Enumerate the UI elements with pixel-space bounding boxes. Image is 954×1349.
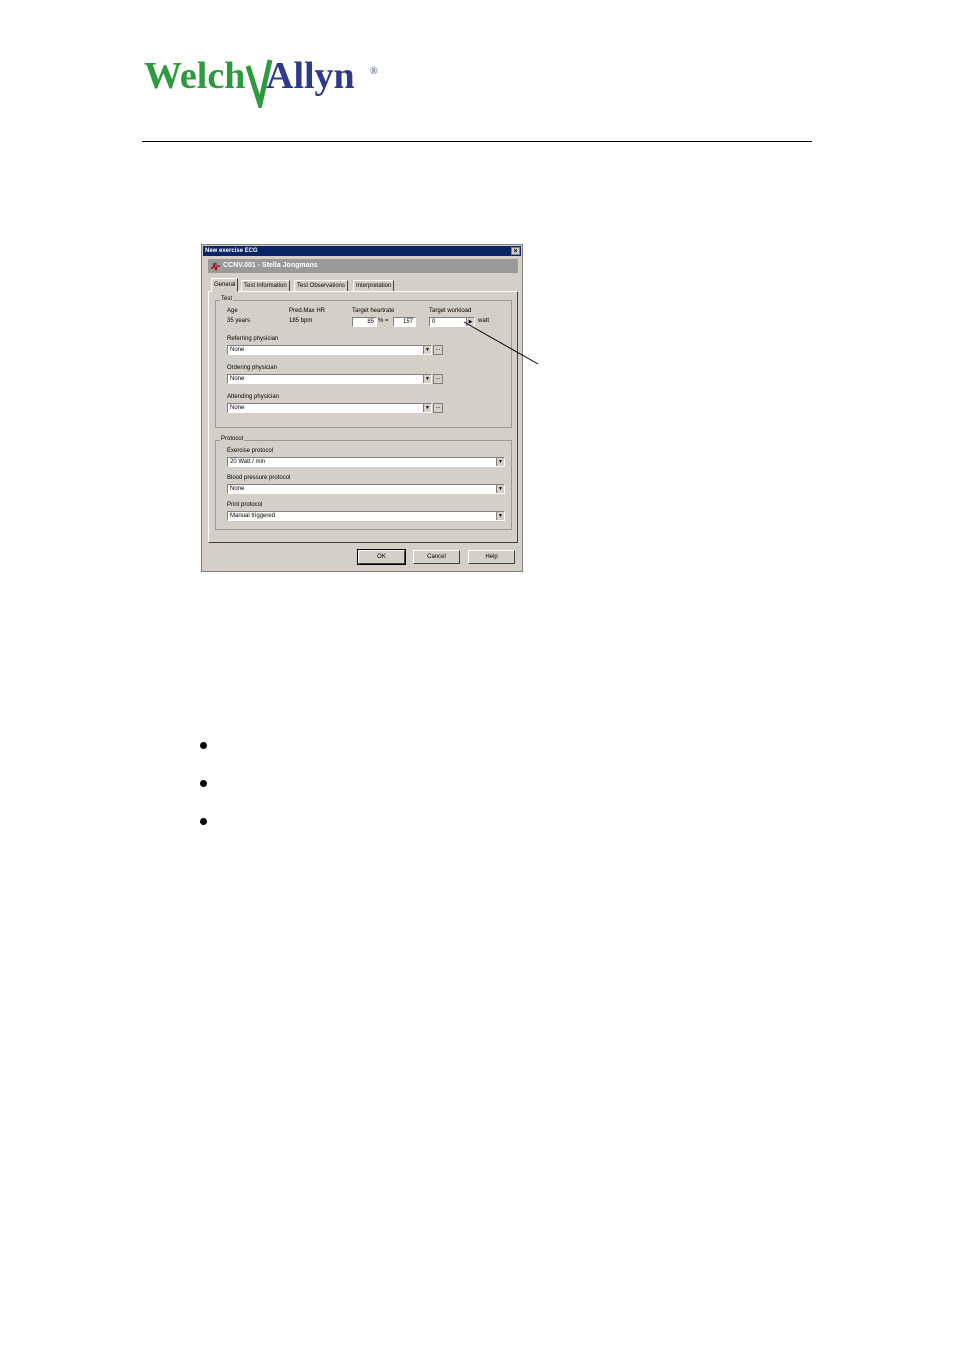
chevron-down-icon[interactable]: ▼: [423, 375, 431, 383]
attending-physician-select[interactable]: None ▼: [227, 403, 432, 413]
patient-name: CCNV.001 - Stella Jongmans: [223, 262, 318, 269]
exercise-protocol-select[interactable]: 20 Watt / min ▼: [227, 457, 505, 467]
chevron-down-icon[interactable]: ▼: [423, 404, 431, 412]
bp-protocol-select[interactable]: None ▼: [227, 484, 505, 494]
close-icon: ×: [513, 248, 518, 255]
chevron-down-icon[interactable]: ▼: [496, 458, 504, 466]
age-label: Age: [227, 308, 238, 314]
ordering-physician-value: None: [230, 376, 245, 382]
attending-physician-browse-button[interactable]: ...: [433, 403, 443, 413]
print-protocol-label: Print protocol: [227, 502, 263, 508]
bullet-point: [200, 780, 207, 787]
tab-test-observations[interactable]: Test Observations: [294, 280, 349, 291]
pred-max-hr-value: 185 bpm: [289, 318, 313, 324]
close-button[interactable]: ×: [511, 247, 520, 255]
referring-physician-label: Referring physician: [227, 336, 279, 342]
dialog-titlebar[interactable]: New exercise ECG ×: [203, 246, 521, 256]
chevron-down-icon[interactable]: ▼: [496, 485, 504, 493]
exercise-protocol-label: Exercise protocol: [227, 448, 274, 454]
chevron-down-icon[interactable]: ▼: [496, 512, 504, 520]
print-protocol-select[interactable]: Manual triggered ▼: [227, 511, 505, 521]
help-button[interactable]: Help: [468, 550, 515, 564]
chevron-down-icon[interactable]: ▼: [423, 346, 431, 354]
protocol-group-title: Protocol: [220, 436, 245, 442]
pred-max-hr-label: Pred.Max HR: [289, 308, 326, 314]
logo-allyn-text: Allyn: [266, 55, 355, 97]
header-rule: [142, 141, 812, 142]
tab-general[interactable]: General: [211, 278, 239, 292]
ordering-physician-browse-button[interactable]: ...: [433, 374, 443, 384]
referring-physician-browse-button[interactable]: ...: [433, 345, 443, 355]
patient-header: CCNV.001 - Stella Jongmans: [208, 259, 518, 273]
cancel-button[interactable]: Cancel: [413, 550, 460, 564]
welch-allyn-logo-graphic: Welch Allyn ®: [144, 55, 378, 108]
bullet-point: [200, 818, 207, 825]
logo-registered-mark: ®: [370, 66, 378, 77]
attending-physician-value: None: [230, 405, 245, 411]
bp-protocol-label: Blood pressure protocol: [227, 475, 291, 481]
ok-button[interactable]: OK: [357, 549, 406, 565]
ordering-physician-label: Ordering physician: [227, 365, 278, 371]
attending-physician-label: Attending physician: [227, 394, 280, 400]
age-value: 35 years: [227, 318, 251, 324]
referring-physician-select[interactable]: None ▼: [227, 345, 432, 355]
bullet-point: [200, 742, 207, 749]
test-group-title: Test: [220, 296, 234, 302]
patient-icon: [211, 262, 220, 271]
percent-equals-label: % =: [378, 318, 389, 324]
target-workload-value: 0: [432, 319, 436, 325]
callout-line: [463, 321, 539, 365]
print-protocol-value: Manual triggered: [230, 513, 276, 519]
protocol-groupbox: Protocol Exercise protocol 20 Watt / min…: [215, 436, 512, 530]
target-hr-percent-field[interactable]: 85: [352, 317, 377, 327]
logo-welch-text: Welch: [144, 55, 245, 97]
tab-test-information[interactable]: Test Information: [241, 280, 290, 291]
target-hr-bpm-field[interactable]: 157: [393, 317, 416, 327]
exercise-protocol-value: 20 Watt / min: [230, 459, 266, 465]
new-exercise-ecg-dialog: New exercise ECG × CCNV.001 - Stella Jon…: [201, 244, 523, 572]
referring-physician-value: None: [230, 347, 245, 353]
tab-interpretation[interactable]: Interpretation: [353, 280, 395, 291]
target-workload-label: Target workload: [429, 308, 472, 314]
bp-protocol-value: None: [230, 486, 245, 492]
target-heartrate-label: Target heartrate: [352, 308, 395, 314]
dialog-title: New exercise ECG: [205, 248, 258, 254]
ordering-physician-select[interactable]: None ▼: [227, 374, 432, 384]
welch-allyn-logo: Welch Allyn ®: [144, 52, 384, 108]
